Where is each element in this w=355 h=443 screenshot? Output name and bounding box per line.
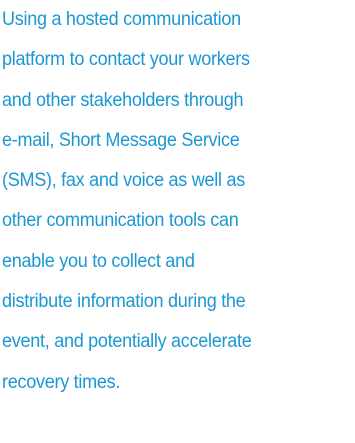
paragraph-line-6: other communication tools can	[2, 210, 239, 232]
paragraph-line-5: (SMS), fax and voice as well as	[2, 170, 245, 192]
paragraph-line-10: recovery times.	[2, 371, 121, 393]
paragraph-line-1: Using a hosted communication	[2, 9, 241, 30]
paragraph-line-9: event, and potentially accelerate	[2, 331, 252, 353]
paragraph-line-2: platform to contact your workers	[2, 49, 250, 71]
paragraph-line-4: e-mail, Short Message Service	[2, 129, 240, 151]
paragraph-line-8: distribute information during the	[2, 291, 246, 313]
paragraph-line-3: and other stakeholders through	[2, 89, 244, 111]
paragraph-line-7: enable you to collect and	[2, 250, 195, 272]
document-page: Using a hosted communication platform to…	[0, 0, 355, 443]
body-paragraph: Using a hosted communication platform to…	[2, 0, 337, 403]
